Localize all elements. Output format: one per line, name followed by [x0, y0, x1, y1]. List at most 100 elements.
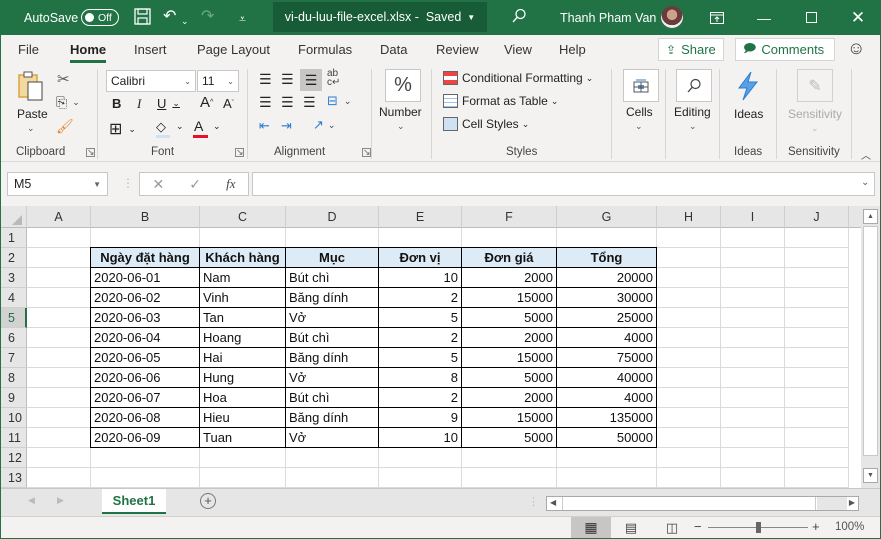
page-layout-view-icon[interactable]: ▤	[619, 517, 643, 538]
table-header-cell[interactable]: Tổng	[557, 248, 657, 268]
scroll-right-icon[interactable]: ▶	[849, 498, 855, 507]
table-cell[interactable]: 2020-06-06	[91, 368, 200, 388]
table-cell[interactable]: Băng dính	[286, 288, 379, 308]
ideas-button[interactable]: Ideas	[734, 107, 763, 121]
cell-a6[interactable]	[27, 328, 91, 348]
cell-c13[interactable]	[200, 468, 286, 488]
table-cell[interactable]: Hai	[200, 348, 286, 368]
cell-b12[interactable]	[91, 448, 200, 468]
cell-d12[interactable]	[286, 448, 379, 468]
ribbon-display-options-icon[interactable]	[697, 0, 737, 35]
tab-file[interactable]: File	[18, 42, 39, 57]
number-button[interactable]: Number	[379, 105, 422, 119]
comments-button[interactable]: 🗩 Comments	[735, 38, 835, 61]
table-cell[interactable]: Bút chì	[286, 268, 379, 288]
table-cell[interactable]: 20000	[557, 268, 657, 288]
insert-function-icon[interactable]: fx	[226, 176, 235, 192]
column-header-e[interactable]: E	[379, 206, 462, 228]
table-cell[interactable]: 2000	[462, 268, 557, 288]
enter-icon[interactable]: ✓	[189, 176, 201, 193]
alignment-launcher-icon[interactable]: ↘	[362, 148, 371, 157]
cell-h13[interactable]	[657, 468, 721, 488]
cell-e1[interactable]	[379, 228, 462, 248]
cell-f1[interactable]	[462, 228, 557, 248]
column-header-b[interactable]: B	[91, 206, 200, 228]
table-cell[interactable]: 135000	[557, 408, 657, 428]
conditional-formatting-button[interactable]: Conditional Formatting ⌄	[443, 71, 593, 85]
tab-review[interactable]: Review	[436, 42, 479, 57]
table-cell[interactable]: 2	[379, 328, 462, 348]
table-cell[interactable]: 5	[379, 348, 462, 368]
orientation-icon[interactable]: ↗ ⌄	[313, 117, 335, 133]
format-as-table-button[interactable]: Format as Table ⌄	[443, 94, 558, 108]
fill-color-dropdown-icon[interactable]: ⌄	[176, 121, 184, 132]
tab-data[interactable]: Data	[380, 42, 407, 57]
worksheet-grid[interactable]: A B C D E F G H I J 1 2 Ngày đặt hàng Khách hàng Mục Đơ…	[1, 206, 861, 488]
table-header-cell[interactable]: Đơn vị	[379, 248, 462, 268]
font-size-select[interactable]: 11 ⌄	[197, 70, 239, 92]
table-cell[interactable]: 15000	[462, 288, 557, 308]
customize-qat-icon[interactable]: ⩡	[239, 10, 246, 28]
cell-j13[interactable]	[785, 468, 849, 488]
table-cell[interactable]: 8	[379, 368, 462, 388]
formula-bar-grip-icon[interactable]: ⋮	[122, 176, 134, 190]
align-left-icon[interactable]: ☰	[259, 94, 272, 111]
cell-j3[interactable]	[785, 268, 849, 288]
cell-j5[interactable]	[785, 308, 849, 328]
cell-i5[interactable]	[721, 308, 785, 328]
table-cell[interactable]: 2020-06-04	[91, 328, 200, 348]
save-icon[interactable]	[134, 8, 151, 30]
table-cell[interactable]: Nam	[200, 268, 286, 288]
table-cell[interactable]: 2	[379, 288, 462, 308]
ideas-icon[interactable]	[736, 71, 760, 101]
select-all-corner[interactable]	[1, 206, 27, 228]
table-cell[interactable]: Vinh	[200, 288, 286, 308]
table-cell[interactable]: Băng dính	[286, 348, 379, 368]
increase-indent-icon[interactable]: ⇥	[281, 118, 292, 134]
paste-button[interactable]: Paste	[17, 107, 48, 121]
table-cell[interactable]: 30000	[557, 288, 657, 308]
table-cell[interactable]: 2000	[462, 328, 557, 348]
cell-i1[interactable]	[721, 228, 785, 248]
table-cell[interactable]: 2020-06-08	[91, 408, 200, 428]
next-sheet-icon[interactable]: ▶	[57, 495, 64, 506]
table-cell[interactable]: 2020-06-07	[91, 388, 200, 408]
document-title[interactable]: vi-du-luu-file-excel.xlsx - Saved ▼	[273, 2, 487, 32]
bottom-align-icon[interactable]: ☰	[300, 69, 322, 91]
cell-i7[interactable]	[721, 348, 785, 368]
cell-a8[interactable]	[27, 368, 91, 388]
cell-b1[interactable]	[91, 228, 200, 248]
cell-j11[interactable]	[785, 428, 849, 448]
cell-h2[interactable]	[657, 248, 721, 268]
number-format-icon[interactable]: %	[385, 69, 421, 102]
column-header-j[interactable]: J	[785, 206, 849, 228]
cell-f13[interactable]	[462, 468, 557, 488]
table-cell[interactable]: Vở	[286, 368, 379, 388]
cell-g12[interactable]	[557, 448, 657, 468]
cell-i13[interactable]	[721, 468, 785, 488]
table-cell[interactable]: 2	[379, 388, 462, 408]
cell-j9[interactable]	[785, 388, 849, 408]
row-header-5[interactable]: 5	[1, 308, 27, 328]
cell-a2[interactable]	[27, 248, 91, 268]
table-cell[interactable]: Hieu	[200, 408, 286, 428]
table-header-cell[interactable]: Đơn giá	[462, 248, 557, 268]
tab-view[interactable]: View	[504, 42, 532, 57]
table-cell[interactable]: 5000	[462, 308, 557, 328]
top-align-icon[interactable]: ☰	[259, 71, 272, 88]
cell-j1[interactable]	[785, 228, 849, 248]
underline-icon[interactable]: U ⌄	[157, 96, 180, 111]
autosave-toggle[interactable]: Off	[81, 9, 119, 26]
table-header-cell[interactable]: Mục	[286, 248, 379, 268]
share-button[interactable]: ⇪ Share	[658, 38, 724, 61]
table-header-cell[interactable]: Khách hàng	[200, 248, 286, 268]
cell-a11[interactable]	[27, 428, 91, 448]
row-header-3[interactable]: 3	[1, 268, 27, 288]
cell-h7[interactable]	[657, 348, 721, 368]
cell-g13[interactable]	[557, 468, 657, 488]
table-cell[interactable]: Tuan	[200, 428, 286, 448]
row-header-13[interactable]: 13	[1, 468, 27, 488]
table-cell[interactable]: Hung	[200, 368, 286, 388]
scroll-up-icon[interactable]: ▲	[863, 209, 878, 224]
cell-h8[interactable]	[657, 368, 721, 388]
